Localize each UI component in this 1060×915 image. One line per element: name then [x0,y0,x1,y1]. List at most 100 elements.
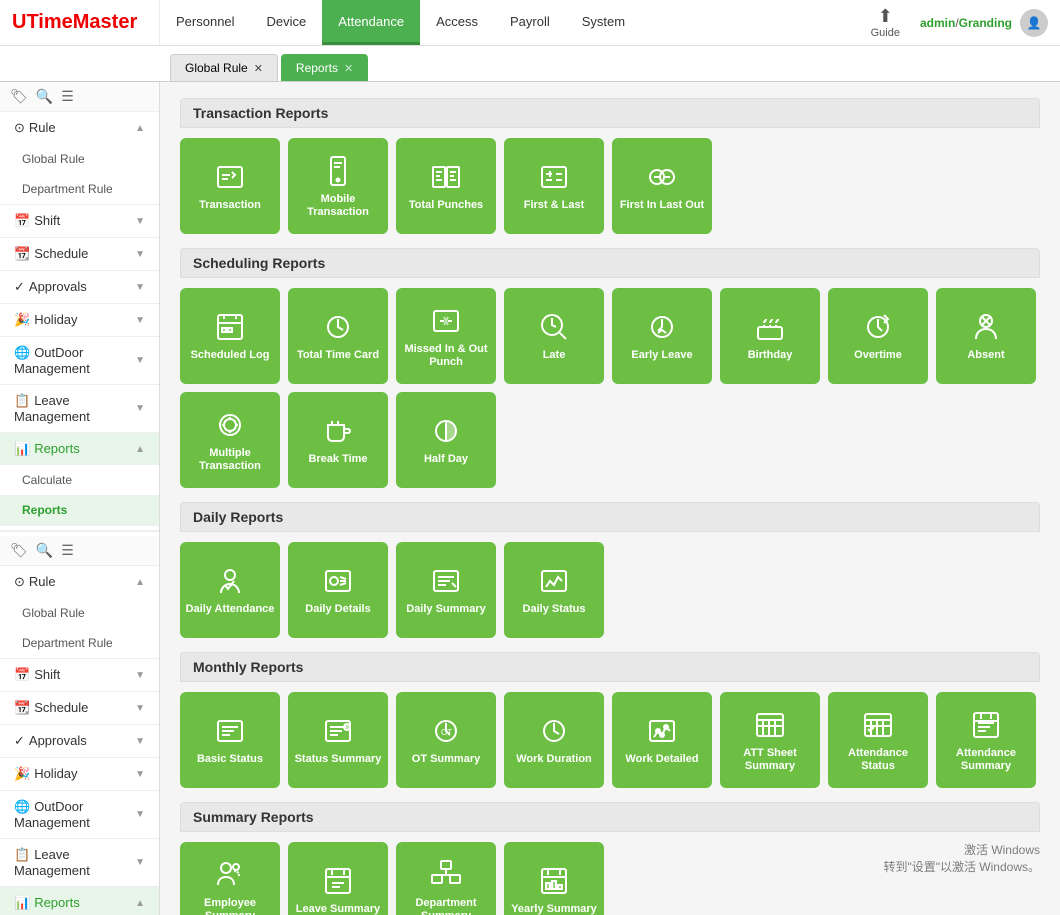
birthday-icon [752,309,788,345]
nav-device[interactable]: Device [251,0,323,45]
card-att-sheet[interactable]: ATT Sheet Summary [720,692,820,788]
card-leave-summary[interactable]: Leave Summary [288,842,388,915]
card-attendance-status[interactable]: Attendance Status [828,692,928,788]
card-transaction[interactable]: Transaction [180,138,280,234]
card-yearly-summary[interactable]: Yearly Summary [504,842,604,915]
card-overtime[interactable]: Overtime [828,288,928,384]
card-first-in-last-out[interactable]: First In Last Out [612,138,712,234]
card-mobile-transaction-label: Mobile Transaction [292,193,384,219]
leave-summary-icon [320,863,356,899]
card-birthday[interactable]: Birthday [720,288,820,384]
search-icon-2[interactable]: 🔍 [36,542,53,559]
card-work-duration[interactable]: Work Duration [504,692,604,788]
card-basic-status[interactable]: Basic Status [180,692,280,788]
sidebar-item-reports-2[interactable]: 📊Reports ▲ [0,887,159,915]
card-late[interactable]: Late [504,288,604,384]
tab-reports[interactable]: Reports ✕ [281,54,368,81]
sidebar-item-shift[interactable]: 📅Shift ▼ [0,205,159,237]
user-avatar[interactable]: 👤 [1020,9,1048,37]
list-icon[interactable]: ☰ [61,88,74,105]
tab-reports-close[interactable]: ✕ [344,62,353,75]
total-time-card-icon [320,309,356,345]
tab-global-rule-close[interactable]: ✕ [254,62,263,75]
card-first-in-last-out-label: First In Last Out [620,199,704,212]
rule-icon-2: ⊙ [14,574,25,589]
tab-global-rule[interactable]: Global Rule ✕ [170,54,278,81]
guide-button[interactable]: ⬆ Guide [871,6,900,39]
card-mobile-transaction[interactable]: Mobile Transaction [288,138,388,234]
sidebar-item-calculate[interactable]: Calculate [0,465,159,495]
scheduling-reports-header: Scheduling Reports [180,248,1040,278]
sidebar-item-outdoor-2[interactable]: 🌐OutDoor Management ▼ [0,791,159,838]
card-attendance-summary[interactable]: Attendance Summary [936,692,1036,788]
card-work-detailed[interactable]: Work Detailed [612,692,712,788]
card-late-label: Late [543,349,566,362]
nav-payroll[interactable]: Payroll [494,0,566,45]
monthly-header-label: Monthly Reports [193,659,303,675]
card-early-leave-label: Early Leave [631,349,692,362]
list-icon-2[interactable]: ☰ [61,542,74,559]
break-time-icon [320,413,356,449]
card-break-time[interactable]: Break Time [288,392,388,488]
card-daily-details[interactable]: Daily Details [288,542,388,638]
sidebar-item-schedule[interactable]: 📆Schedule ▼ [0,238,159,270]
search-icon[interactable]: 🔍 [36,88,53,105]
sidebar-item-leave[interactable]: 📋Leave Management ▼ [0,385,159,432]
sidebar-item-leave-2[interactable]: 📋Leave Management ▼ [0,839,159,886]
calculate-label: Calculate [22,473,72,487]
yearly-summary-icon [536,863,572,899]
card-department-summary[interactable]: Department Summary [396,842,496,915]
approvals-icon: ✓ [14,279,25,294]
card-total-time-card[interactable]: Total Time Card [288,288,388,384]
sidebar-item-rule[interactable]: ⊙Rule ▲ [0,112,159,144]
sidebar-item-dept-rule[interactable]: Department Rule [0,174,159,204]
sidebar-divider [0,530,159,532]
tag-icon[interactable]: 🏷 [10,88,28,105]
sidebar-item-outdoor[interactable]: 🌐OutDoor Management ▼ [0,337,159,384]
transaction-header-label: Transaction Reports [193,105,328,121]
card-daily-status[interactable]: Daily Status [504,542,604,638]
nav-system[interactable]: System [566,0,641,45]
sidebar-item-holiday[interactable]: 🎉Holiday ▼ [0,304,159,336]
sidebar-item-dept-rule-2[interactable]: Department Rule [0,628,159,658]
summary-reports-header: Summary Reports [180,802,1040,832]
card-absent[interactable]: Absent [936,288,1036,384]
card-status-summary[interactable]: Status Summary [288,692,388,788]
card-total-punches[interactable]: Total Punches [396,138,496,234]
card-multiple-transaction-label: Multiple Transaction [184,447,276,473]
att-sheet-icon [752,707,788,743]
sidebar-section-reports: 📊Reports ▲ Calculate Reports [0,433,159,526]
sidebar-item-reports-sub[interactable]: Reports [0,495,159,525]
holiday-icon: 🎉 [14,312,30,327]
card-first-last[interactable]: First & Last [504,138,604,234]
sidebar-item-schedule-2[interactable]: 📆Schedule ▼ [0,692,159,724]
sidebar-item-rule-2[interactable]: ⊙Rule ▲ [0,566,159,598]
tabs-bar: Global Rule ✕ Reports ✕ [0,46,1060,82]
card-early-leave[interactable]: Early Leave [612,288,712,384]
nav-personnel[interactable]: Personnel [160,0,251,45]
card-daily-summary[interactable]: Daily Summary [396,542,496,638]
card-birthday-label: Birthday [748,349,793,362]
card-employee-summary[interactable]: Employee Summary [180,842,280,915]
card-daily-attendance[interactable]: Daily Attendance [180,542,280,638]
first-in-last-out-icon [644,159,680,195]
sidebar-item-global-rule-2[interactable]: Global Rule [0,598,159,628]
scheduling-card-grid: Scheduled Log Total Time Card Missed In … [180,288,1040,488]
daily-attendance-icon [212,563,248,599]
nav-attendance[interactable]: Attendance [322,0,420,45]
nav-access[interactable]: Access [420,0,494,45]
card-multiple-transaction[interactable]: Multiple Transaction [180,392,280,488]
card-ot-summary[interactable]: OT OT Summary [396,692,496,788]
sidebar-item-reports[interactable]: 📊Reports ▲ [0,433,159,465]
sidebar-item-approvals[interactable]: ✓Approvals ▼ [0,271,159,303]
card-leave-summary-label: Leave Summary [296,903,380,915]
scheduling-header-label: Scheduling Reports [193,255,325,271]
sidebar-item-shift-2[interactable]: 📅Shift ▼ [0,659,159,691]
card-scheduled-log[interactable]: Scheduled Log [180,288,280,384]
card-half-day[interactable]: Half Day [396,392,496,488]
tag-icon-2[interactable]: 🏷 [10,542,28,559]
sidebar-item-holiday-2[interactable]: 🎉Holiday ▼ [0,758,159,790]
card-missed-punch[interactable]: Missed In & Out Punch [396,288,496,384]
sidebar-item-approvals-2[interactable]: ✓Approvals ▼ [0,725,159,757]
sidebar-item-global-rule[interactable]: Global Rule [0,144,159,174]
